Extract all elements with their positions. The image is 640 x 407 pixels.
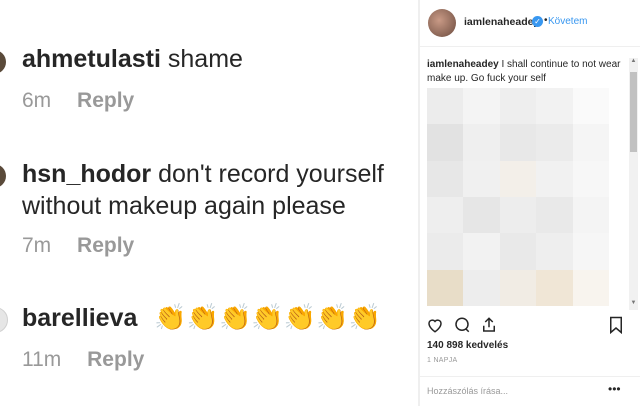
post-caption: iamlenaheadey I shall continue to not we… (427, 58, 623, 86)
comment-time: 11m (22, 348, 62, 371)
separator-dot: • (544, 15, 548, 26)
comment-input[interactable]: Hozzászólás írása... (427, 386, 508, 396)
comment-icon[interactable] (453, 316, 471, 339)
like-count[interactable]: 140 898 kedvelés (427, 340, 508, 351)
scrollbar-thumb[interactable] (630, 72, 637, 152)
heart-icon[interactable] (426, 316, 444, 339)
verified-badge-icon: ✓ (532, 16, 543, 27)
profile-avatar[interactable] (428, 9, 456, 37)
commenter-avatar[interactable] (0, 50, 6, 74)
reply-button[interactable]: Reply (77, 234, 134, 257)
comment-time: 7m (22, 234, 52, 257)
comment-meta-2: 7m Reply (22, 234, 134, 258)
comment-text-2-line2: without makeup again please (22, 192, 346, 220)
commenter-avatar[interactable] (0, 164, 6, 188)
comment-username[interactable]: hsn_hodor (22, 160, 151, 188)
instagram-post-panel: iamlenaheadey ✓ • Követem iamlenaheadey … (420, 0, 640, 406)
comment-text-2: hsn_hodor don't record yourself (22, 159, 384, 189)
reply-button[interactable]: Reply (77, 89, 134, 112)
comment-meta-3: 11m Reply (22, 348, 144, 372)
commenter-avatar[interactable] (0, 307, 8, 333)
comment-text-1: ahmetulasti shame (22, 44, 243, 74)
post-timestamp: 1 NAPJA (427, 357, 458, 364)
comment-username[interactable]: ahmetulasti (22, 45, 161, 73)
scroll-down-arrow-icon[interactable]: ▼ (629, 300, 638, 308)
comments-zoomed-panel: ahmetulasti shame 6m Reply hsn_hodor don… (0, 0, 418, 406)
comment-body: shame (167, 45, 243, 73)
post-header: iamlenaheadey ✓ • Követem (420, 0, 640, 47)
more-options-icon[interactable]: ••• (608, 382, 621, 396)
clapping-hands-emoji: 👏👏👏👏👏👏👏 (154, 302, 381, 332)
comment-time: 6m (22, 89, 52, 112)
comment-body: don't record yourself (158, 160, 384, 188)
add-comment-bar: Hozzászólás írása... ••• (420, 376, 640, 407)
share-icon[interactable] (480, 316, 498, 339)
post-username[interactable]: iamlenaheadey (464, 16, 539, 28)
bookmark-icon[interactable] (608, 316, 624, 339)
comment-username[interactable]: barellieva (22, 304, 137, 332)
follow-button[interactable]: Követem (548, 16, 587, 27)
caption-username[interactable]: iamlenaheadey (427, 59, 499, 70)
comment-meta-1: 6m Reply (22, 89, 134, 113)
scroll-up-arrow-icon[interactable]: ▲ (629, 58, 638, 66)
comment-text-3: barellieva 👏👏👏👏👏👏👏 (22, 302, 381, 333)
pixelated-image (427, 88, 609, 306)
reply-button[interactable]: Reply (87, 348, 144, 371)
post-actions-bar (420, 314, 640, 338)
